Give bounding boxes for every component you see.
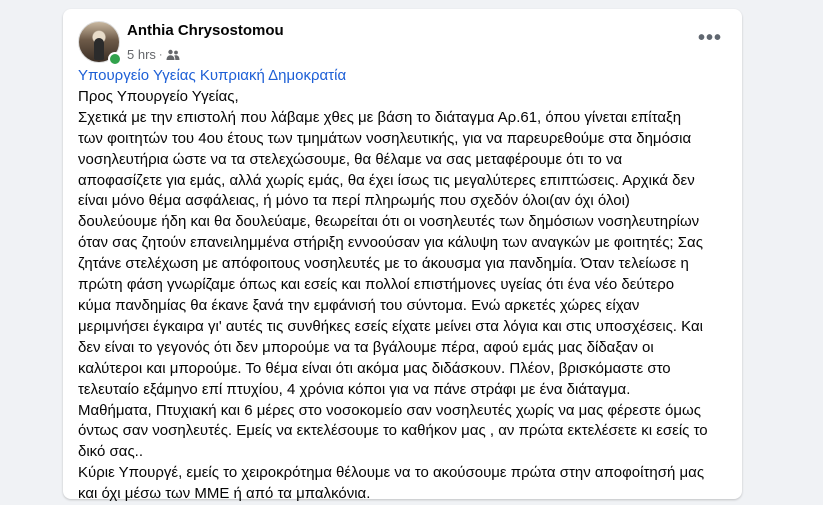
online-status-icon — [108, 52, 122, 66]
post-text: Υπουργείο Υγείας Κυπριακή Δημοκρατία Προ… — [78, 66, 732, 505]
post-line: Σχετικά με την επιστολή που λάβαμε χθες … — [78, 108, 682, 126]
page-mention-link[interactable]: Υπουργείο Υγείας Κυπριακή Δημοκρατία — [78, 67, 346, 84]
post-line: κύμα πανδημίας θα έκανε ξανά την εμφάνισ… — [78, 296, 640, 314]
post-line: τελευταίο εξάμηνο επί πτυχίου, 4 χρόνια … — [78, 380, 631, 398]
post-line: αποφασίζετε για εμάς, αλλά χωρίς εμάς, θ… — [78, 171, 695, 189]
post-meta: 5 hrs · — [127, 47, 180, 62]
post-time[interactable]: 5 hrs — [127, 47, 156, 62]
post-line: όντως σαν νοσηλευτές. Εμείς να εκτελέσου… — [78, 422, 708, 440]
post-lines: Προς Υπουργείο Υγείας, Σχετικά με την επι… — [78, 87, 732, 505]
more-options-button[interactable]: ••• — [692, 26, 728, 50]
post-line: Προς Υπουργείο Υγείας, — [78, 87, 239, 105]
post-line: και όχι μέσω των ΜΜΕ ή από τα μπαλκόνια. — [78, 485, 371, 503]
post-line: δικό σας.. — [78, 443, 144, 461]
post-line: Μαθήματα, Πτυχιακή και 6 μέρες στο νοσοκ… — [78, 401, 701, 419]
post-line: δεν είναι το γεγονός ότι δεν μπορούμε να… — [78, 338, 654, 356]
avatar-figure — [94, 38, 104, 60]
post-line: είναι μόνο θέμα ασφάλειας, ή μόνο τα περ… — [78, 192, 630, 210]
post-line: μεριμνήσει έγκαιρα γι' αυτές τις συνθήκε… — [78, 317, 703, 335]
post-line: των φοιτητών του 4ου έτους των τμημάτων … — [78, 129, 692, 147]
post-card: Anthia Chrysostomou 5 hrs · ••• Υπουργεί… — [63, 9, 742, 502]
post-line: νοσηλευτήρια ώστε να τα στελεχώσουμε, θα… — [78, 150, 623, 168]
post-line: όταν σας ζητούν επανειλημμένα στήριξη εν… — [78, 234, 703, 252]
post-line: δουλεύουμε ήδη και θα δουλεύαμε, θεωρείτ… — [78, 213, 700, 231]
meta-separator: · — [158, 48, 163, 61]
friends-icon[interactable] — [166, 49, 180, 61]
author-name[interactable]: Anthia Chrysostomou — [127, 22, 284, 39]
post-line: ζητάνε στελέχωση με απόφοιτους νοσηλευτέ… — [78, 255, 689, 273]
post-header: Anthia Chrysostomou 5 hrs · ••• — [78, 18, 728, 66]
post-line: πρώτη φάση γνωρίζαμε όπως και εσείς και … — [78, 276, 675, 294]
post-line: Κύριε Υπουργέ, εμείς το χειροκρότημα θέλ… — [78, 464, 705, 482]
post-line: καλύτεροι και μπορούμε. Το θέμα είναι ότ… — [78, 359, 671, 377]
